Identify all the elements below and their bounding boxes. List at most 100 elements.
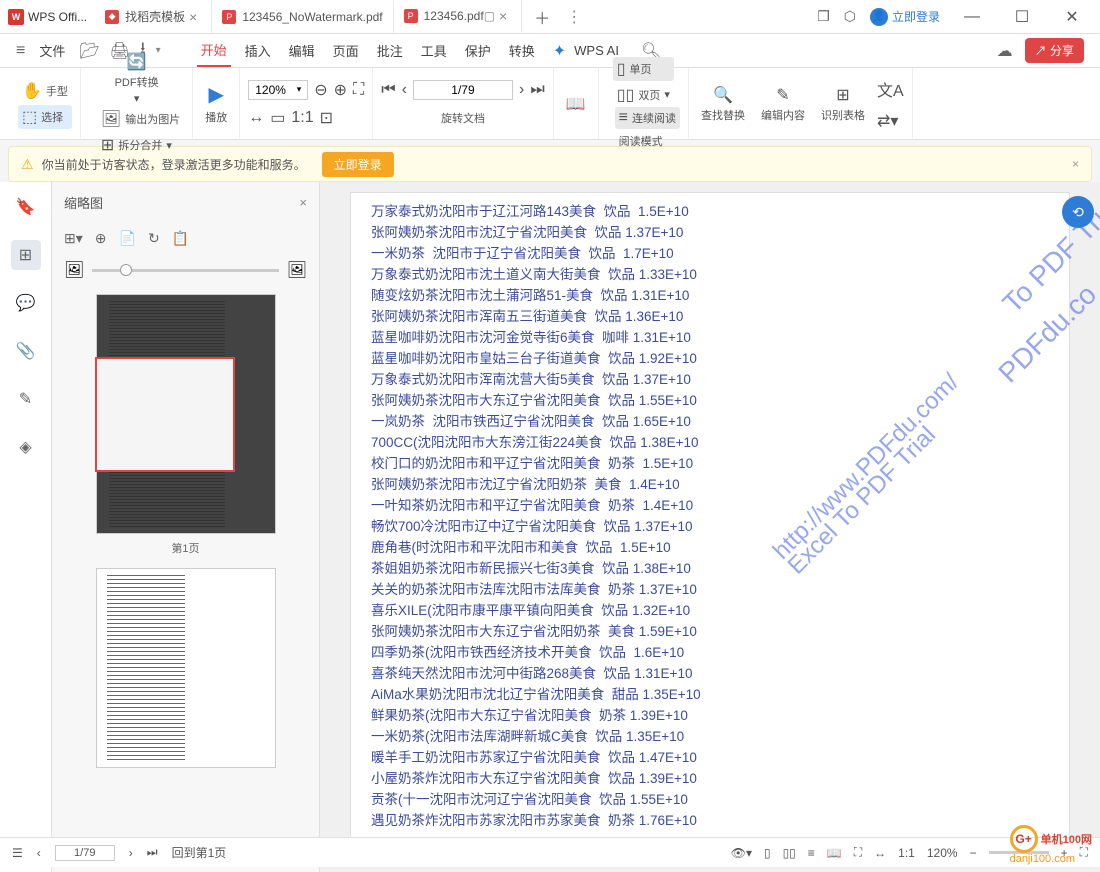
comment-icon[interactable]: 💬 (11, 288, 41, 318)
thumb-slider[interactable] (92, 269, 278, 272)
menu-edit[interactable]: 编辑 (285, 35, 319, 66)
layout-double-icon[interactable]: ▯▯ (783, 846, 796, 860)
last-icon[interactable]: ⏭ (147, 845, 158, 860)
thumb-item-2[interactable] (60, 568, 311, 768)
open-icon[interactable]: 📂︎ (79, 41, 99, 61)
file-menu[interactable]: 文件 (35, 35, 69, 66)
split-merge-button[interactable]: ⊞拆分合并 ▾ (97, 133, 184, 157)
share-button[interactable]: ↗ 分享 (1025, 38, 1084, 63)
fit-icon[interactable]: ⛶ (353, 81, 364, 99)
slider-handle[interactable] (120, 264, 132, 276)
thumb-item-1[interactable]: 第1页 (60, 294, 311, 556)
minimize-button[interactable]: — (954, 2, 990, 32)
add-tab-button[interactable]: ＋ (522, 5, 562, 29)
image-icon[interactable]: 🖼 (64, 260, 84, 280)
app-name: WPS Offi... (28, 10, 87, 24)
menu-tools[interactable]: 工具 (417, 35, 451, 66)
prev-icon[interactable]: ‹ (37, 846, 41, 860)
attachment-icon[interactable]: 📎 (11, 336, 41, 366)
add-page-icon[interactable]: ⊕ (95, 230, 107, 247)
zoom-in-icon[interactable]: ⊕ (334, 80, 347, 100)
alert-login-button[interactable]: 立即登录 (322, 152, 394, 177)
close-button[interactable]: ✕ (1054, 2, 1090, 32)
signature-icon[interactable]: ✎ (11, 384, 41, 414)
page-viewer[interactable]: To PDF Trial PDFdu.co http://www.PDFdu.c… (320, 182, 1100, 872)
layout-continuous-icon[interactable]: ≡ (808, 846, 815, 860)
translate-icon[interactable]: 文A (877, 77, 904, 101)
close-icon[interactable]: × (1072, 157, 1079, 171)
cube-icon[interactable]: ⬡ (844, 8, 856, 25)
pdf-convert-button[interactable]: 🔄PDF转换 ▾ (111, 50, 163, 107)
close-icon[interactable]: × (185, 9, 201, 25)
menu-start[interactable]: 开始 (197, 34, 231, 67)
tab-templates[interactable]: ◆ 找稻壳模板 × (95, 0, 212, 33)
thumbnail-icon[interactable]: ⊞ (11, 240, 41, 270)
play-button[interactable]: ▶播放 (201, 80, 231, 127)
fit-width-icon[interactable]: ↔ (248, 109, 264, 127)
menu-insert[interactable]: 插入 (241, 35, 275, 66)
export-image-button[interactable]: 🖼输出为图片 (97, 107, 184, 131)
next-icon[interactable]: › (129, 846, 133, 860)
zoom-out-icon[interactable]: − (970, 846, 977, 860)
fit-width-icon[interactable]: ↔ (874, 846, 886, 860)
text-row: 张阿姨奶茶沈阳市大东辽宁省沈阳奶茶 美食 1.59E+10 (371, 621, 1049, 642)
layout-book-icon[interactable]: 📖 (827, 846, 842, 860)
layers-icon[interactable]: ◈ (11, 432, 41, 462)
maximize-button[interactable]: ☐ (1004, 2, 1040, 32)
back-first-button[interactable]: 回到第1页 (172, 844, 227, 861)
more-icon[interactable]: ⇄▾ (877, 111, 904, 131)
login-button[interactable]: 👤 立即登录 (870, 8, 940, 26)
detect-table-button[interactable]: ⊞识别表格 (817, 83, 869, 125)
tab-nowatermark[interactable]: P 123456_NoWatermark.pdf (212, 0, 393, 33)
menu-annotate[interactable]: 批注 (373, 35, 407, 66)
continuous-button[interactable]: ≡连续阅读 (615, 107, 680, 129)
actual-size-icon[interactable]: 1:1 (291, 109, 313, 127)
tab-123456[interactable]: P 123456.pdf ▢ × (394, 0, 523, 33)
text-row: 贡茶(十一沈阳市沈河辽宁省沈阳美食 饮品 1.55E+10 (371, 789, 1049, 810)
single-page-button[interactable]: ▯单页 (613, 57, 674, 81)
status-page-input[interactable]: 1/79 (55, 845, 115, 861)
float-convert-button[interactable]: ⟲ (1062, 196, 1094, 228)
view-icon[interactable]: 👁▾ (731, 846, 752, 860)
read-mode-button[interactable]: 阅读模式 (615, 131, 680, 151)
fit-page-icon[interactable]: ▭ (270, 108, 285, 128)
menu-convert[interactable]: 转换 (505, 35, 539, 66)
zoom-select[interactable]: 120%▾ (248, 80, 308, 100)
prev-page-icon[interactable]: ‹ (402, 81, 407, 99)
cloud-upload-icon[interactable]: ☁ (997, 41, 1013, 61)
window-copy-icon[interactable]: ❐ (817, 8, 830, 25)
book-view-button[interactable]: 📖 (562, 92, 590, 116)
select-tool-button[interactable]: ⬚选择 (18, 105, 72, 129)
zoom-out-icon[interactable]: ⊖ (314, 80, 327, 100)
bookmark-icon[interactable]: 🔖 (11, 192, 41, 222)
hamburger-icon[interactable]: ≡ (16, 42, 25, 60)
edit-content-button[interactable]: ✎编辑内容 (757, 83, 809, 125)
copy-icon[interactable]: 📋 (172, 230, 189, 247)
image-large-icon[interactable]: 🖼 (287, 260, 307, 280)
last-page-icon[interactable]: ⏭ (530, 81, 544, 99)
app-logo[interactable]: W WPS Offi... (0, 0, 95, 33)
zoom-area-icon[interactable]: ⊡ (320, 108, 333, 128)
layout-single-icon[interactable]: ▯ (764, 846, 771, 860)
grid-icon[interactable]: ⊞▾ (64, 230, 83, 247)
page-input[interactable]: 1/79 (413, 80, 513, 100)
status-zoom[interactable]: 120% (927, 846, 958, 860)
popout-icon[interactable]: ▢ (484, 9, 495, 23)
first-page-icon[interactable]: ⏮ (381, 81, 395, 99)
double-page-button[interactable]: ▯▯双页 ▾ (613, 83, 674, 107)
template-icon: ◆ (105, 10, 119, 24)
actual-icon[interactable]: 1:1 (898, 846, 915, 860)
extract-icon[interactable]: 📄 (119, 230, 136, 247)
close-icon[interactable]: × (495, 8, 511, 24)
fit-icon[interactable]: ⛶ (854, 845, 862, 860)
rotate-icon[interactable]: ↻ (148, 230, 160, 247)
tab-menu-icon[interactable]: ⋮ (566, 7, 582, 27)
find-replace-button[interactable]: 🔍查找替换 (697, 83, 749, 125)
menu-page[interactable]: 页面 (329, 35, 363, 66)
next-page-icon[interactable]: › (519, 81, 524, 99)
toc-icon[interactable]: ☰ (12, 846, 23, 860)
menu-protect[interactable]: 保护 (461, 35, 495, 66)
hand-tool-button[interactable]: ✋手型 (18, 79, 72, 103)
rotate-button[interactable]: 旋转文档 (381, 108, 544, 128)
close-icon[interactable]: × (299, 195, 307, 210)
